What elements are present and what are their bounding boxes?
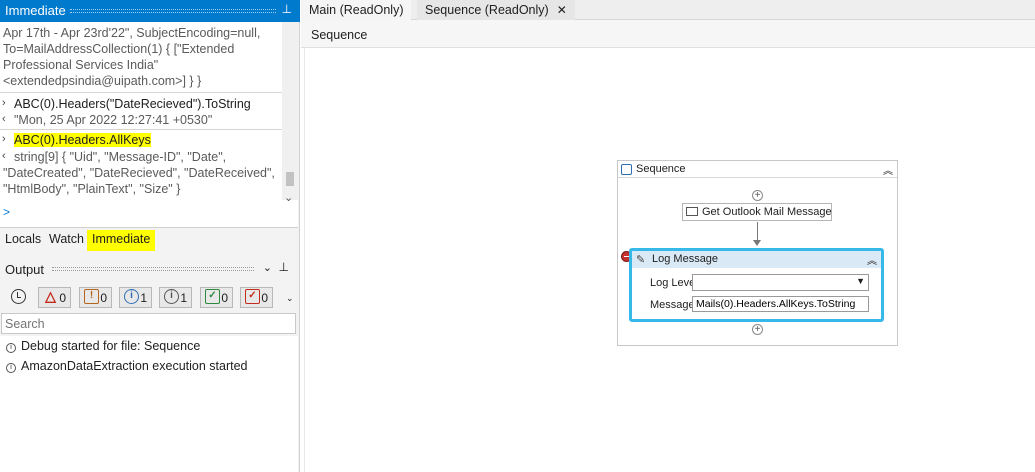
log-level-label: Log Level xyxy=(650,277,698,289)
tab-sequence-readonly[interactable]: Sequence (ReadOnly) ✕ xyxy=(417,0,575,20)
output-panel-header: Output ⌄ ⊥ xyxy=(0,258,298,280)
log-message-header: ✎ Log Message ︽ xyxy=(632,251,881,268)
left-pane: Immediate ⊥ Apr 17th - Apr 23rd'22", Sub… xyxy=(0,0,300,472)
errors-count: 0 xyxy=(59,291,66,305)
immediate-output-line: To=MailAddressCollection(1) { ["Extended xyxy=(3,42,235,56)
output-filter-toolbar: △ 0 ! 0 i 1 i 1 ✓ 0 ✓ 0 ⌄ xyxy=(0,285,298,311)
immediate-result: "HtmlBody", "PlainText", "Size" } xyxy=(3,182,181,196)
warnings-count: 0 xyxy=(100,291,107,305)
pin-icon[interactable]: ⊥ xyxy=(282,2,292,16)
sequence-title: Sequence xyxy=(636,163,686,175)
success-count: 0 xyxy=(221,291,228,305)
flow-connector xyxy=(757,222,758,242)
tab-immediate[interactable]: Immediate xyxy=(87,230,156,251)
tab-label: Sequence (ReadOnly) xyxy=(425,3,549,17)
breadcrumb-bar: Sequence xyxy=(301,20,1035,48)
arrow-down-icon xyxy=(753,240,761,246)
panel-drag-grip[interactable] xyxy=(70,9,276,13)
failed-check-icon: ✓ xyxy=(245,289,260,304)
tab-main-readonly[interactable]: Main (ReadOnly) xyxy=(301,0,412,20)
message-input[interactable] xyxy=(692,296,869,312)
chevron-right-icon: › xyxy=(2,97,6,109)
immediate-command-wrap: ABC(0).Headers.AllKeys xyxy=(14,132,151,148)
info-circle-icon: i xyxy=(6,363,16,373)
clock-icon[interactable] xyxy=(11,289,26,304)
message-label: Message xyxy=(650,299,695,311)
immediate-panel-title: Immediate xyxy=(5,3,66,18)
activity-title: Get Outlook Mail Message xyxy=(702,206,832,218)
chevron-left-icon: ‹ xyxy=(2,150,6,162)
divider xyxy=(0,92,282,93)
vertical-scrollbar[interactable]: ⌄ xyxy=(282,22,298,204)
collapse-icon[interactable]: ︽ xyxy=(867,252,877,267)
get-outlook-mail-activity[interactable]: Get Outlook Mail Message xyxy=(682,203,832,221)
output-search-input[interactable] xyxy=(1,313,296,334)
collapse-icon[interactable]: ︽ xyxy=(883,162,893,177)
immediate-result: string[9] { "Uid", "Message-ID", "Date", xyxy=(14,150,227,164)
info-circle-icon: i xyxy=(6,343,16,353)
list-item[interactable]: i Debug started for file: Sequence xyxy=(6,339,200,353)
immediate-panel-header: Immediate ⊥ xyxy=(0,0,300,22)
immediate-window[interactable]: Apr 17th - Apr 23rd'22", SubjectEncoding… xyxy=(0,22,298,228)
divider xyxy=(0,129,282,130)
log-icon: ✎ xyxy=(636,254,646,266)
mail-icon xyxy=(686,207,698,216)
failed-filter-button[interactable]: ✓ 0 xyxy=(240,287,273,308)
tab-locals[interactable]: Locals xyxy=(5,232,41,246)
tab-label: Main (ReadOnly) xyxy=(309,3,404,17)
info-icon: i xyxy=(124,289,139,304)
warnings-filter-button[interactable]: ! 0 xyxy=(79,287,112,308)
failed-count: 0 xyxy=(261,291,268,305)
add-activity-icon[interactable]: + xyxy=(752,190,763,201)
info-count: 1 xyxy=(140,291,147,305)
checkmark-icon: ✓ xyxy=(205,289,220,304)
success-filter-button[interactable]: ✓ 0 xyxy=(200,287,233,308)
info-filter-button[interactable]: i 1 xyxy=(119,287,152,308)
error-triangle-icon: △ xyxy=(45,288,56,304)
log-level-select[interactable]: ▼ xyxy=(692,274,869,291)
scroll-down-icon[interactable]: ⌄ xyxy=(284,191,293,204)
immediate-result: "DateCreated", "DateRecieved", "DateRece… xyxy=(3,166,275,180)
document-tab-strip: Main (ReadOnly) Sequence (ReadOnly) ✕ xyxy=(301,0,1035,20)
pin-icon[interactable]: ⊥ xyxy=(279,260,289,274)
output-panel-title: Output xyxy=(5,262,45,277)
trace-count: 1 xyxy=(180,291,187,305)
warning-icon: ! xyxy=(84,289,99,304)
more-chevron-icon[interactable]: ⌄ xyxy=(286,293,294,304)
add-activity-icon[interactable]: + xyxy=(752,324,763,335)
trace-filter-button[interactable]: i 1 xyxy=(159,287,192,308)
bottom-tab-strip: Locals Watch Immediate xyxy=(0,228,298,252)
immediate-output-line: Professional Services India" xyxy=(3,58,159,72)
sequence-header: Sequence ︽ xyxy=(618,161,897,178)
scrollbar-thumb[interactable] xyxy=(286,172,294,186)
immediate-command: ABC(0).Headers("DateRecieved").ToString xyxy=(14,97,251,111)
breadcrumb[interactable]: Sequence xyxy=(311,28,367,42)
immediate-output-line: <extendedpsindia@uipath.com>] } } xyxy=(3,74,202,88)
log-message: AmazonDataExtraction execution started xyxy=(21,359,248,373)
immediate-output-line: Apr 17th - Apr 23rd'22", SubjectEncoding… xyxy=(3,26,261,40)
dropdown-arrow-icon: ▼ xyxy=(856,276,865,286)
immediate-prompt[interactable]: > xyxy=(3,205,10,219)
list-item[interactable]: i AmazonDataExtraction execution started xyxy=(6,359,248,373)
output-log-list: i Debug started for file: Sequence i Amazo… xyxy=(0,336,298,472)
immediate-result: "Mon, 25 Apr 2022 12:27:41 +0530" xyxy=(14,113,213,127)
chevron-down-icon[interactable]: ⌄ xyxy=(263,261,272,274)
chevron-right-icon: › xyxy=(2,133,6,145)
log-message: Debug started for file: Sequence xyxy=(21,339,201,353)
errors-filter-button[interactable]: △ 0 xyxy=(38,287,71,308)
sequence-icon xyxy=(621,164,632,175)
close-icon[interactable]: ✕ xyxy=(557,3,567,17)
panel-drag-grip[interactable] xyxy=(52,267,254,271)
activity-title: Log Message xyxy=(652,253,719,265)
immediate-command-highlighted: ABC(0).Headers.AllKeys xyxy=(14,133,151,147)
tab-watch[interactable]: Watch xyxy=(49,232,84,246)
trace-icon: i xyxy=(164,289,179,304)
chevron-left-icon: ‹ xyxy=(2,113,6,125)
